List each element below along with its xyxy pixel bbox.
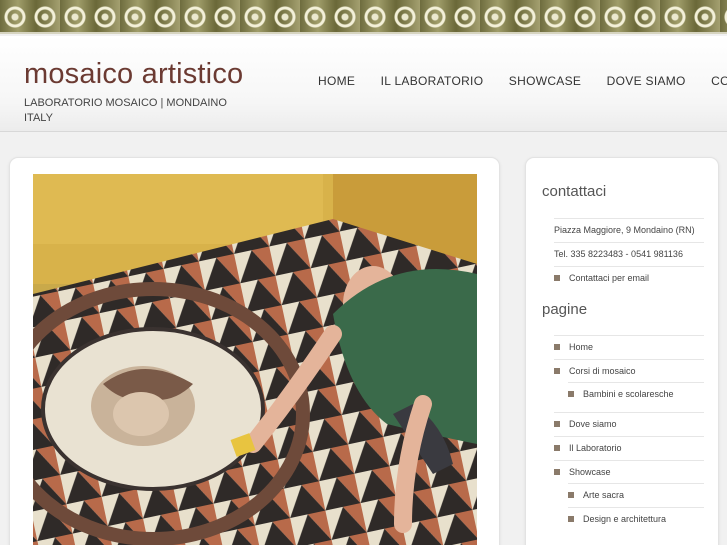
sidebar-page-il-laboratorio[interactable]: Il Laboratorio — [554, 436, 704, 460]
sidebar-page-label: Showcase — [569, 467, 611, 477]
site-title[interactable]: mosaico artistico — [24, 58, 243, 91]
contact-address: Piazza Maggiore, 9 Mondaino (RN) — [554, 218, 704, 242]
contact-email-label: Contattaci per email — [569, 273, 650, 283]
bullet-icon — [554, 469, 560, 475]
sidebar-page-label: Home — [569, 342, 594, 352]
bullet-icon — [568, 492, 574, 498]
main-content-card — [9, 157, 500, 545]
sidebar-page-label: Design e architettura — [583, 514, 667, 524]
contact-email-link[interactable]: Contattaci per email — [554, 266, 704, 290]
nav-item-showcase[interactable]: SHOWCASE — [509, 74, 581, 88]
sidebar-page-label: Dove siamo — [569, 419, 617, 429]
pages-widget-title: pagine — [542, 301, 588, 318]
sidebar: contattaci Piazza Maggiore, 9 Mondaino (… — [525, 157, 719, 545]
bullet-icon — [554, 344, 560, 350]
main-nav: HOME IL LABORATORIO SHOWCASE DOVE SIAMO … — [318, 72, 727, 90]
sidebar-page-corsi-di-mosaico[interactable]: Corsi di mosaico — [554, 359, 704, 383]
mosaic-banner-strip — [0, 0, 727, 34]
site-tagline: LABORATORIO MOSAICO | MONDAINO ITALY — [24, 97, 227, 124]
bullet-icon — [568, 391, 574, 397]
sidebar-page-label: Bambini e scolaresche — [583, 389, 674, 399]
bullet-icon — [554, 421, 560, 427]
contact-widget-title: contattaci — [542, 183, 607, 200]
contact-phone: Tel. 335 8223483 - 0541 981136 — [554, 242, 704, 266]
bullet-icon — [554, 445, 560, 451]
sidebar-page-arte-sacra[interactable]: Arte sacra — [568, 483, 704, 507]
bullet-icon — [554, 275, 560, 281]
sidebar-page-design-e-architettura[interactable]: Design e architettura — [568, 507, 704, 531]
nav-item-home[interactable]: HOME — [318, 74, 355, 88]
bullet-icon — [554, 368, 560, 374]
sidebar-page-label: Arte sacra — [583, 490, 625, 500]
nav-item-dove-siamo[interactable]: DOVE SIAMO — [607, 74, 686, 88]
sidebar-page-dove-siamo[interactable]: Dove siamo — [554, 412, 704, 436]
nav-item-corsi[interactable]: CORSI — [711, 74, 727, 88]
nav-item-il-laboratorio[interactable]: IL LABORATORIO — [381, 74, 484, 88]
site-header: mosaico artistico LABORATORIO MOSAICO | … — [0, 36, 727, 132]
sidebar-page-home[interactable]: Home — [554, 335, 704, 359]
sidebar-page-showcase[interactable]: Showcase — [554, 460, 704, 484]
sidebar-page-label: Il Laboratorio — [569, 443, 622, 453]
sidebar-page-label: Corsi di mosaico — [569, 366, 636, 376]
bullet-icon — [568, 516, 574, 522]
featured-photo — [33, 174, 477, 545]
sidebar-page-bambini-e-scolaresche[interactable]: Bambini e scolaresche — [568, 382, 704, 406]
mosaic-photo-illustration — [33, 174, 477, 545]
